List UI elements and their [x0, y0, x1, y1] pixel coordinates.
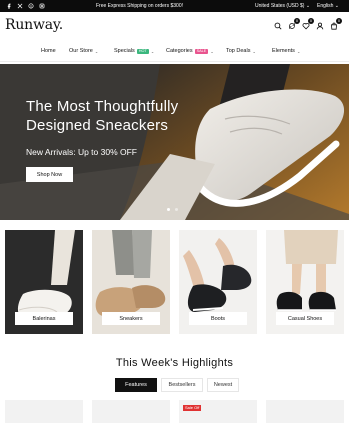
x-icon[interactable]	[17, 3, 23, 9]
product-card[interactable]: Sale Off	[179, 400, 257, 423]
announcement-text: Free Express Shipping on orders $300!	[96, 3, 183, 9]
slider-dot[interactable]	[167, 208, 170, 211]
chevron-down-icon: ⌄	[252, 48, 256, 54]
category-label: Balerinas	[15, 312, 73, 325]
chevron-down-icon: ⌄	[296, 48, 301, 54]
hero-title: The Most Thoughtfully Designed Sneackers	[26, 98, 179, 134]
sale-badge: Sale Off	[183, 405, 202, 411]
social-links	[6, 0, 45, 12]
highlights-tabs: Features Bestsellers Newest	[115, 378, 239, 392]
nav-item-specials[interactable]: Specials HOT ⌄	[114, 48, 154, 54]
product-card[interactable]	[5, 400, 83, 423]
category-card-sneakers[interactable]: Sneakers	[92, 230, 170, 334]
category-card-balerinas[interactable]: Balerinas	[5, 230, 83, 334]
facebook-icon[interactable]	[6, 3, 12, 9]
nav-item-label: Home	[41, 48, 56, 54]
chevron-down-icon: ⌄	[150, 48, 155, 54]
compare-count-badge: 0	[294, 18, 300, 24]
tab-features[interactable]: Features	[115, 378, 157, 392]
site-logo[interactable]: Runway.	[5, 17, 63, 33]
hero-subtitle: New Arrivals: Up to 30% OFF	[26, 147, 138, 157]
search-icon[interactable]	[274, 22, 282, 30]
product-card[interactable]	[92, 400, 170, 423]
nav-item-our-store[interactable]: Our Store ⌄	[69, 48, 98, 54]
main-nav: Home Our Store ⌄ Specials HOT ⌄ Categories S…	[0, 42, 349, 62]
instagram-icon[interactable]	[39, 3, 45, 9]
nav-item-top-deals[interactable]: Top Deals ⌄	[226, 48, 256, 54]
cart-button[interactable]: 0	[330, 18, 342, 30]
chevron-down-icon: ⌄	[210, 48, 214, 54]
nav-item-label: Categories	[166, 48, 193, 54]
hot-badge: HOT	[136, 48, 149, 54]
compare-button[interactable]: 0	[288, 18, 300, 30]
currency-label: United States (USD $)	[255, 3, 305, 9]
section-title: This Week's Highlights	[115, 357, 234, 369]
sale-badge: SALE	[194, 48, 209, 54]
category-card-boots[interactable]: Boots	[179, 230, 257, 334]
category-label: Sneakers	[102, 312, 160, 325]
slider-dots	[167, 208, 178, 211]
category-label: Casual Shoes	[276, 312, 334, 325]
tab-bestsellers[interactable]: Bestsellers	[161, 378, 203, 392]
nav-item-label: Elements	[272, 48, 295, 54]
chevron-down-icon: ⌄	[334, 3, 339, 9]
nav-item-home[interactable]: Home	[41, 48, 56, 54]
language-label: English	[317, 3, 334, 9]
slider-dot[interactable]	[175, 208, 178, 211]
nav-item-label: Specials	[114, 48, 135, 54]
nav-item-label: Top Deals	[226, 48, 251, 54]
currency-selector[interactable]: United States (USD $) ⌄	[255, 3, 310, 9]
language-selector[interactable]: English ⌄	[317, 3, 339, 9]
wishlist-count-badge: 0	[308, 18, 314, 24]
header-icons: 0 0 0	[274, 18, 342, 30]
category-card-casual-shoes[interactable]: Casual Shoes	[266, 230, 344, 334]
product-card[interactable]	[266, 400, 344, 423]
chevron-down-icon: ⌄	[305, 3, 311, 9]
nav-item-categories[interactable]: Categories SALE ⌄	[166, 48, 214, 54]
category-label: Boots	[189, 312, 247, 325]
wishlist-button[interactable]: 0	[302, 18, 314, 30]
nav-item-label: Our Store	[69, 48, 93, 54]
announcement-bar: Free Express Shipping on orders $300! Un…	[0, 0, 349, 12]
account-icon[interactable]	[316, 22, 324, 30]
shop-now-button[interactable]: Shop Now	[26, 167, 73, 182]
nav-item-elements[interactable]: Elements ⌄	[272, 48, 300, 54]
hero-banner: The Most Thoughtfully Designed Sneackers…	[0, 64, 349, 220]
chevron-down-icon: ⌄	[94, 48, 99, 54]
pinterest-icon[interactable]	[28, 3, 34, 9]
cart-count-badge: 0	[336, 18, 342, 24]
hero-image	[0, 64, 349, 220]
tab-newest[interactable]: Newest	[207, 378, 239, 392]
site-header: Runway. 0 0 0	[0, 12, 349, 42]
